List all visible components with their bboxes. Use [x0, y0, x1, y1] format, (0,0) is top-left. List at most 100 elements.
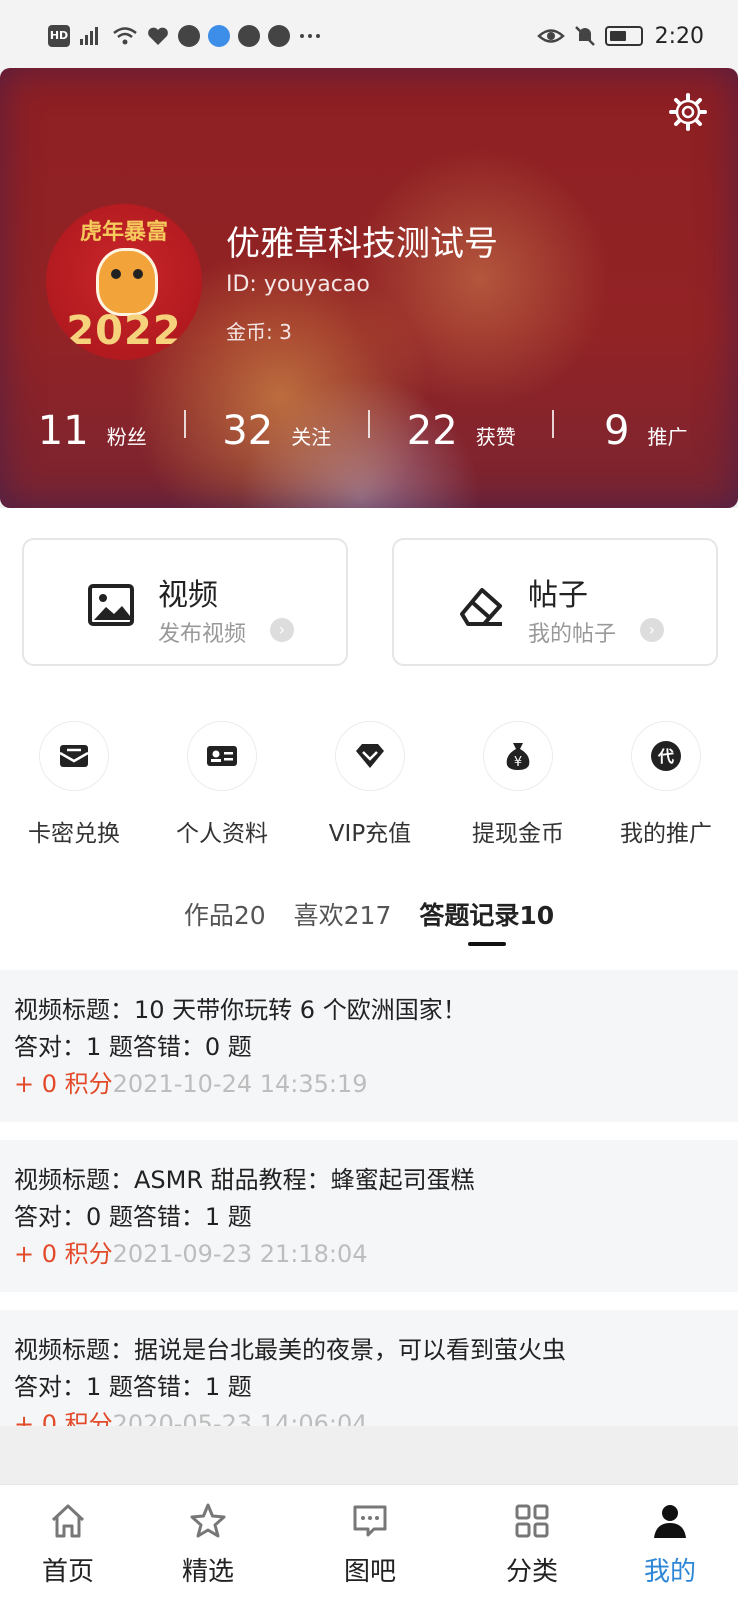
quick-actions: 卡密兑换 个人资料 VIP充值 ¥ 提现金币 代 我的推广 [0, 722, 738, 862]
stat-divider [552, 410, 554, 438]
stat-number: 11 [37, 408, 89, 454]
chat-icon [208, 25, 230, 47]
record-score: 答对：0 题答错：1 题 [14, 1203, 252, 1231]
avatar[interactable]: 虎年暴富 2022 [46, 204, 202, 360]
record-meta: + 0 积分2021-10-24 14:35:19 [14, 1066, 724, 1102]
chevron-right-icon: › [270, 618, 294, 642]
money-bag-glyph: ¥ [514, 755, 522, 770]
promote-glyph: 代 [657, 747, 674, 766]
quick-action-redeem[interactable]: 卡密兑换 [0, 722, 148, 862]
nav-label: 首页 [41, 1557, 94, 1587]
quick-action-label: VIP充值 [328, 821, 412, 847]
nav-home[interactable]: 首页 [8, 1485, 128, 1600]
tab-works[interactable]: 作品20 [184, 896, 266, 940]
nav-mine[interactable]: 我的 [610, 1485, 730, 1600]
settings-icon[interactable] [668, 92, 708, 132]
list-item[interactable]: 视频标题：10 天带你玩转 6 个欧洲国家！ 答对：1 题答错：0 题 + 0 … [0, 970, 738, 1122]
quick-action-label: 提现金币 [472, 821, 564, 847]
profile-page: HD 2:20 虎年暴富 2022 优雅草科技测试号 ID: youyacao … [0, 0, 738, 1600]
stat-number: 9 [604, 408, 630, 454]
stat-label: 关注 [291, 425, 332, 449]
record-time: 2021-10-24 14:35:19 [112, 1070, 368, 1098]
quick-action-circle [40, 722, 108, 790]
money-bag-icon: ¥ [506, 743, 530, 770]
quick-action-withdraw[interactable]: ¥ 提现金币 [444, 722, 592, 862]
quick-action-circle: 代 [632, 722, 700, 790]
post-card-subtitle: 我的帖子 [528, 622, 617, 647]
stat-label: 粉丝 [106, 425, 147, 449]
quick-action-label: 卡密兑换 [28, 821, 120, 847]
record-time: 2020-05-23 14:06:04 [112, 1410, 368, 1426]
eye-icon [536, 29, 565, 43]
envelope-icon [59, 745, 89, 767]
eraser-icon [460, 588, 502, 626]
image-icon [88, 584, 134, 626]
stat-fans[interactable]: 11 粉丝 [0, 408, 185, 454]
record-score: 答对：1 题答错：0 题 [14, 1033, 252, 1061]
stat-divider [184, 410, 186, 438]
id-card-icon [207, 746, 237, 766]
list-item[interactable]: 视频标题：据说是台北最美的夜景，可以看到萤火虫 答对：1 题答错：1 题 + 0… [0, 1310, 738, 1426]
bottom-nav: 首页 精选 图吧 分类 我的 [0, 1484, 738, 1600]
nav-label: 分类 [505, 1557, 558, 1587]
signal-icon [80, 27, 98, 45]
qq-icon [178, 25, 200, 47]
record-title: 视频标题：据说是台北最美的夜景，可以看到萤火虫 [14, 1336, 566, 1364]
status-right: 2:20 [536, 23, 704, 49]
stat-following[interactable]: 32 关注 [185, 408, 370, 454]
post-card[interactable]: 帖子 我的帖子 › [392, 538, 718, 666]
quick-action-circle [188, 722, 256, 790]
avatar-year-text: 2022 [66, 308, 182, 354]
stat-divider [368, 410, 370, 438]
promote-icon: 代 [651, 741, 681, 771]
record-points: + 0 积分 [14, 1070, 113, 1098]
message-icon [353, 1505, 387, 1537]
avatar-banner-text: 虎年暴富 [79, 220, 168, 245]
record-meta: + 0 积分2020-05-23 14:06:04 [14, 1406, 724, 1426]
record-points: + 0 积分 [14, 1240, 113, 1268]
battery-icon [604, 26, 643, 46]
status-bar: HD 2:20 [0, 0, 738, 72]
post-card-title: 帖子 [528, 578, 588, 613]
nav-featured[interactable]: 精选 [148, 1485, 268, 1600]
record-time: 2021-09-23 21:18:04 [112, 1240, 368, 1268]
more-icon [300, 34, 320, 38]
record-title: 视频标题：ASMR 甜品教程：蜂蜜起司蛋糕 [14, 1166, 475, 1194]
stat-number: 22 [406, 408, 458, 454]
status-time: 2:20 [654, 23, 704, 49]
profile-id: ID: youyacao [226, 272, 370, 297]
quick-action-vip[interactable]: VIP充值 [296, 722, 444, 862]
quick-action-profile[interactable]: 个人资料 [148, 722, 296, 862]
tab-likes[interactable]: 喜欢217 [294, 896, 392, 940]
nav-label: 图吧 [343, 1557, 396, 1587]
video-card-subtitle: 发布视频 [158, 622, 247, 647]
status-left: HD [48, 25, 322, 47]
quick-action-circle [336, 722, 404, 790]
wechat-icon [238, 25, 260, 47]
heart-icon [148, 27, 168, 45]
record-meta: + 0 积分2021-09-23 21:18:04 [14, 1236, 724, 1272]
diamond-icon [356, 744, 384, 768]
browser-icon [268, 25, 290, 47]
video-card-title: 视频 [158, 578, 218, 613]
stat-promotion[interactable]: 9 推广 [554, 408, 738, 454]
home-icon [51, 1504, 85, 1538]
stat-label: 获赞 [475, 425, 516, 449]
stat-label: 推广 [647, 425, 688, 449]
quick-action-label: 个人资料 [176, 821, 268, 847]
profile-coins: 金币: 3 [226, 320, 292, 344]
tab-quiz-records[interactable]: 答题记录10 [419, 896, 554, 940]
wifi-icon [113, 27, 137, 45]
nav-label: 精选 [181, 1557, 234, 1587]
video-card[interactable]: 视频 发布视频 › [22, 538, 348, 666]
star-icon [190, 1503, 226, 1538]
list-item[interactable]: 视频标题：ASMR 甜品教程：蜂蜜起司蛋糕 答对：0 题答错：1 题 + 0 积… [0, 1140, 738, 1292]
chevron-right-icon: › [640, 618, 664, 642]
record-title: 视频标题：10 天带你玩转 6 个欧洲国家！ [14, 996, 467, 1024]
quick-action-promotion[interactable]: 代 我的推广 [592, 722, 738, 862]
user-icon [654, 1505, 686, 1538]
nav-category[interactable]: 分类 [472, 1485, 592, 1600]
record-points: + 0 积分 [14, 1410, 113, 1426]
nav-forum[interactable]: 图吧 [310, 1485, 430, 1600]
stat-likes[interactable]: 22 获赞 [369, 408, 554, 454]
